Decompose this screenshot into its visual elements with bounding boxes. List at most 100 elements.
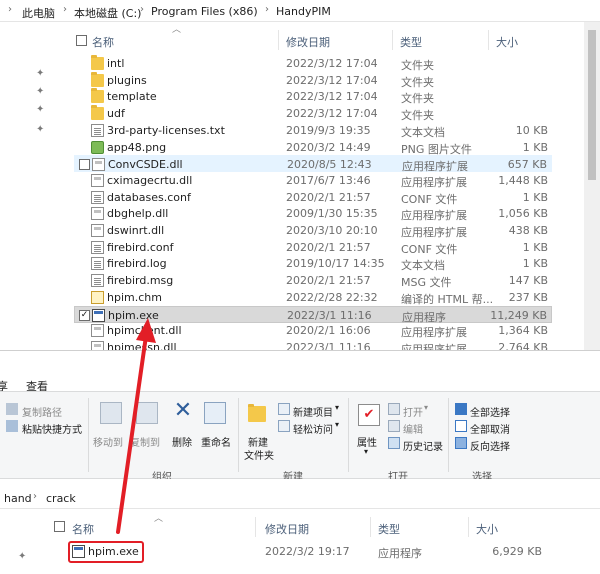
easy-access-dropdown[interactable]: 轻松访问 bbox=[293, 421, 333, 436]
file-row[interactable]: app48.png 2020/3/2 14:49 PNG 图片文件 1 KB bbox=[74, 139, 552, 156]
chevron-right-icon[interactable]: › bbox=[140, 4, 144, 15]
file-row[interactable]: hpimclient.dll 2020/2/1 16:06 应用程序扩展 1,364 … bbox=[74, 322, 552, 339]
text-file-icon bbox=[91, 257, 104, 271]
file-size: 1 KB bbox=[522, 257, 548, 271]
open-dropdown[interactable]: 打开 bbox=[403, 404, 423, 419]
dropdown-arrow-icon[interactable]: ▾ bbox=[335, 420, 339, 429]
column-type[interactable]: 类型 bbox=[378, 521, 400, 537]
history-button[interactable]: 历史记录 bbox=[403, 438, 443, 453]
file-name: template bbox=[107, 90, 157, 104]
select-all-button[interactable]: 全部选择 bbox=[470, 404, 510, 419]
dll-file-icon bbox=[91, 173, 104, 187]
column-divider[interactable] bbox=[255, 517, 256, 537]
column-divider[interactable] bbox=[278, 30, 279, 50]
file-row[interactable]: firebird.msg 2020/2/1 21:57 MSG 文件 147 KB bbox=[74, 272, 552, 289]
column-name[interactable]: 名称 bbox=[92, 34, 114, 50]
file-row[interactable]: ✓ hpim.exe 2022/3/1 11:16 应用程序 11,249 KB bbox=[74, 305, 552, 324]
file-name: 3rd-party-licenses.txt bbox=[107, 123, 225, 137]
file-row[interactable]: hpim.chm 2022/2/28 22:32 编译的 HTML 帮... 237 … bbox=[74, 289, 552, 306]
breadcrumb-program-files[interactable]: Program Files (x86) bbox=[151, 5, 258, 18]
select-all-icon bbox=[455, 403, 467, 415]
move-to-button[interactable]: 移动到 bbox=[93, 434, 123, 449]
ribbon-toolbar: 复制路径 粘贴快捷方式 移动到 复制到 ✕ 删除 重命名 组织 新建 文件夹 新… bbox=[0, 391, 600, 483]
column-divider[interactable] bbox=[370, 517, 371, 537]
rename-button[interactable]: 重命名 bbox=[201, 434, 231, 449]
file-type: MSG 文件 bbox=[401, 276, 452, 290]
delete-button[interactable]: 删除 bbox=[172, 434, 192, 449]
file-size: 2,764 KB bbox=[498, 340, 548, 350]
edit-button[interactable]: 编辑 bbox=[403, 421, 423, 436]
scrollbar-thumb[interactable] bbox=[588, 30, 596, 180]
exe-file-icon bbox=[92, 308, 105, 322]
file-row[interactable]: dswinrt.dll 2020/3/10 20:10 应用程序扩展 438 KB bbox=[74, 222, 552, 239]
column-type[interactable]: 类型 bbox=[400, 34, 422, 50]
select-all-checkbox[interactable] bbox=[76, 35, 87, 46]
paste-shortcut-button[interactable]: 粘贴快捷方式 bbox=[22, 421, 82, 436]
invert-selection-icon bbox=[455, 437, 467, 449]
file-date: 2019/9/3 19:35 bbox=[286, 123, 371, 137]
group-divider bbox=[88, 398, 89, 472]
text-file-icon bbox=[91, 123, 104, 137]
group-divider bbox=[238, 398, 239, 472]
file-row[interactable]: plugins 2022/3/12 17:04 文件夹 bbox=[74, 71, 552, 89]
file-row[interactable]: cximagecrtu.dll 2017/6/7 13:46 应用程序扩展 1,448… bbox=[74, 172, 552, 189]
vertical-scrollbar[interactable] bbox=[584, 22, 600, 350]
dll-file-icon bbox=[91, 340, 104, 350]
dropdown-arrow-icon[interactable]: ▾ bbox=[364, 447, 368, 456]
breadcrumb-local-disk[interactable]: 本地磁盘 (C:) bbox=[74, 5, 141, 21]
dropdown-arrow-icon[interactable]: ▾ bbox=[424, 403, 428, 412]
row-checkbox[interactable]: ✓ bbox=[79, 309, 90, 321]
file-row[interactable]: intl 2022/3/12 17:04 文件夹 bbox=[74, 55, 552, 72]
chevron-right-icon[interactable]: › bbox=[265, 4, 269, 15]
file-date: 2009/1/30 15:35 bbox=[286, 207, 378, 221]
file-row[interactable]: dbghelp.dll 2009/1/30 15:35 应用程序扩展 1,056 KB bbox=[74, 205, 552, 222]
new-item-dropdown[interactable]: 新建项目 bbox=[293, 404, 333, 419]
pin-icon[interactable]: ✦ bbox=[36, 104, 44, 115]
breadcrumb-handypim[interactable]: HandyPIM bbox=[276, 5, 331, 18]
column-name[interactable]: 名称 bbox=[72, 521, 94, 537]
select-all-checkbox[interactable] bbox=[54, 521, 65, 532]
column-header: 名称 修改日期 类型 大小 bbox=[0, 517, 600, 537]
file-date: 2020/2/1 21:57 bbox=[286, 190, 371, 204]
file-row[interactable]: firebird.conf 2020/2/1 21:57 CONF 文件 1 KB bbox=[74, 239, 552, 256]
file-date: 2022/3/1 11:16 bbox=[287, 308, 372, 322]
file-row[interactable]: ConvCSDE.dll 2020/8/5 12:43 应用程序扩展 657 KB bbox=[74, 155, 552, 173]
breadcrumb-hand[interactable]: hand bbox=[4, 492, 32, 505]
image-file-icon bbox=[91, 140, 104, 154]
file-date: 2022/3/12 17:04 bbox=[286, 73, 378, 87]
ribbon-tabs: 享 查看 bbox=[0, 351, 600, 393]
column-divider[interactable] bbox=[468, 517, 469, 537]
column-date[interactable]: 修改日期 bbox=[265, 521, 309, 537]
column-date[interactable]: 修改日期 bbox=[286, 34, 330, 50]
file-name: hpimclient.dll bbox=[107, 324, 182, 338]
dropdown-arrow-icon[interactable]: ▾ bbox=[335, 403, 339, 412]
chevron-right-icon[interactable]: › bbox=[63, 4, 67, 15]
row-checkbox[interactable] bbox=[79, 159, 90, 171]
breadcrumb-crack[interactable]: crack bbox=[46, 492, 76, 505]
copy-to-button[interactable]: 复制到 bbox=[130, 434, 160, 449]
file-row[interactable]: udf 2022/3/12 17:04 文件夹 bbox=[74, 105, 552, 122]
column-divider[interactable] bbox=[488, 30, 489, 50]
file-row[interactable]: 3rd-party-licenses.txt 2019/9/3 19:35 文本文档… bbox=[74, 122, 552, 139]
file-date: 2020/3/10 20:10 bbox=[286, 224, 378, 237]
select-none-button[interactable]: 全部取消 bbox=[470, 421, 510, 436]
file-row[interactable]: template 2022/3/12 17:04 文件夹 bbox=[74, 88, 552, 105]
new-folder-button-line2[interactable]: 文件夹 bbox=[244, 447, 274, 462]
column-size[interactable]: 大小 bbox=[496, 34, 518, 50]
address-bar[interactable]: hand › crack bbox=[0, 479, 600, 509]
pin-icon[interactable]: ✦ bbox=[36, 68, 44, 79]
invert-selection-button[interactable]: 反向选择 bbox=[470, 438, 510, 453]
column-size[interactable]: 大小 bbox=[476, 521, 498, 537]
file-row[interactable]: hpimessn.dll 2022/3/1 11:16 应用程序扩展 2,764 KB bbox=[74, 339, 552, 350]
address-bar[interactable]: › 此电脑 › 本地磁盘 (C:) › Program Files (x86) … bbox=[0, 0, 600, 22]
file-row[interactable]: databases.conf 2020/2/1 21:57 CONF 文件 1 KB bbox=[74, 189, 552, 206]
breadcrumb-this-pc[interactable]: 此电脑 bbox=[22, 5, 55, 21]
copy-path-button[interactable]: 复制路径 bbox=[22, 404, 62, 419]
file-row[interactable]: firebird.log 2019/10/17 14:35 文本文档 1 KB bbox=[74, 255, 552, 272]
pin-icon[interactable]: ✦ bbox=[36, 124, 44, 135]
file-size: 1 KB bbox=[522, 240, 548, 254]
chevron-right-icon[interactable]: › bbox=[33, 491, 37, 502]
pin-icon[interactable]: ✦ bbox=[36, 86, 44, 97]
column-divider[interactable] bbox=[392, 30, 393, 50]
move-to-icon bbox=[100, 402, 122, 424]
